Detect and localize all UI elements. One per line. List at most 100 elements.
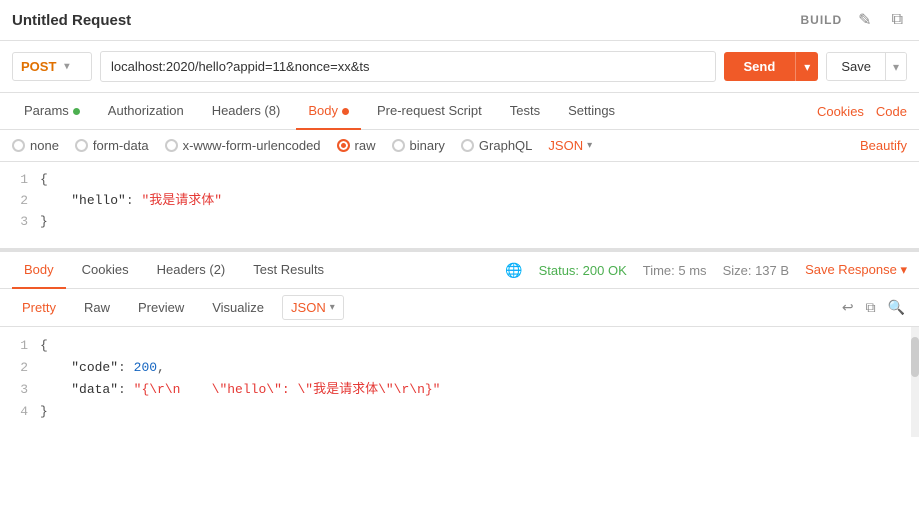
inner-tab-preview-label: Preview <box>138 300 184 315</box>
save-btn-group: Save ▾ <box>826 52 907 81</box>
inner-tab-pretty[interactable]: Pretty <box>12 295 66 320</box>
radio-binary[interactable]: binary <box>392 138 445 153</box>
tab-authorization[interactable]: Authorization <box>96 93 196 130</box>
header-actions: BUILD ✎ ⧉ <box>800 8 907 32</box>
radio-none-circle <box>12 139 25 152</box>
wrap-lines-button[interactable]: ↩ <box>840 297 856 318</box>
radio-urlencoded-label: x-www-form-urlencoded <box>183 138 321 153</box>
tab-body-label: Body <box>308 103 338 118</box>
globe-icon: 🌐 <box>505 262 522 279</box>
tab-params-label: Params <box>24 103 69 118</box>
req-linenum-1: 1 <box>0 170 40 191</box>
radio-urlencoded-circle <box>165 139 178 152</box>
radio-raw[interactable]: raw <box>337 138 376 153</box>
req-linenum-3: 3 <box>0 212 40 233</box>
tab-params[interactable]: Params <box>12 93 92 130</box>
tabs-right-links: Cookies Code <box>817 104 907 119</box>
response-format-label: JSON <box>291 300 326 315</box>
method-chevron-icon: ▾ <box>64 61 69 72</box>
edit-button[interactable]: ✎ <box>854 8 875 32</box>
copy-response-button[interactable]: ⧉ <box>864 297 878 318</box>
save-button[interactable]: Save <box>827 53 885 80</box>
radio-graphql-circle <box>461 139 474 152</box>
save-response-chevron-icon: ▾ <box>900 262 907 277</box>
inner-tab-visualize[interactable]: Visualize <box>202 295 274 320</box>
radio-form-data[interactable]: form-data <box>75 138 149 153</box>
inner-tab-pretty-label: Pretty <box>22 300 56 315</box>
save-dropdown-button[interactable]: ▾ <box>885 53 906 80</box>
response-inner-icons: ↩ ⧉ 🔍 <box>840 297 907 318</box>
response-format-select[interactable]: JSON ▾ <box>282 295 344 320</box>
radio-raw-circle <box>337 139 350 152</box>
cookies-link[interactable]: Cookies <box>817 104 864 119</box>
send-dropdown-button[interactable]: ▾ <box>795 52 818 81</box>
method-select[interactable]: POST ▾ <box>12 52 92 81</box>
rtab-test-results-label: Test Results <box>253 262 324 277</box>
tab-prerequest-label: Pre-request Script <box>377 103 482 118</box>
copy-button[interactable]: ⧉ <box>888 9 907 31</box>
format-select[interactable]: JSON ▾ <box>548 138 592 153</box>
url-input[interactable] <box>100 51 716 82</box>
radio-binary-circle <box>392 139 405 152</box>
build-label: BUILD <box>800 13 842 27</box>
rtab-body[interactable]: Body <box>12 252 66 289</box>
code-link[interactable]: Code <box>876 104 907 119</box>
page-title: Untitled Request <box>12 12 131 29</box>
resp-line-4: 4 } <box>0 401 919 423</box>
response-body-viewer[interactable]: 1 { 2 "code": 200, 3 "data": "{\r\n \"he… <box>0 327 919 437</box>
resp-content-1: { <box>40 335 48 357</box>
send-btn-group: Send ▾ <box>724 52 819 81</box>
time-text: Time: 5 ms <box>643 263 707 278</box>
radio-urlencoded[interactable]: x-www-form-urlencoded <box>165 138 321 153</box>
inner-tab-preview[interactable]: Preview <box>128 295 194 320</box>
radio-form-data-label: form-data <box>93 138 149 153</box>
tab-tests-label: Tests <box>510 103 540 118</box>
save-response-button[interactable]: Save Response ▾ <box>805 262 907 278</box>
req-content-1: { <box>40 170 48 191</box>
radio-raw-label: raw <box>355 138 376 153</box>
resp-content-3: "data": "{\r\n \"hello\": \"我是请求体\"\r\n}… <box>40 379 440 401</box>
resp-line-2: 2 "code": 200, <box>0 357 919 379</box>
beautify-button[interactable]: Beautify <box>860 138 907 153</box>
app-header: Untitled Request BUILD ✎ ⧉ <box>0 0 919 41</box>
format-chevron-icon: ▾ <box>587 140 592 151</box>
response-tabs: Body Cookies Headers (2) Test Results 🌐 … <box>0 252 919 289</box>
params-dot <box>73 108 80 115</box>
rtab-cookies[interactable]: Cookies <box>70 252 141 289</box>
radio-graphql[interactable]: GraphQL <box>461 138 532 153</box>
inner-tab-raw[interactable]: Raw <box>74 295 120 320</box>
req-linenum-2: 2 <box>0 191 40 212</box>
resp-line-1: 1 { <box>0 335 919 357</box>
tab-settings-label: Settings <box>568 103 615 118</box>
resp-line-3: 3 "data": "{\r\n \"hello\": \"我是请求体\"\r\… <box>0 379 919 401</box>
req-line-1: 1 { <box>0 170 919 191</box>
radio-binary-label: binary <box>410 138 445 153</box>
resp-linenum-1: 1 <box>0 335 40 357</box>
req-line-2: 2 "hello": "我是请求体" <box>0 191 919 212</box>
search-response-button[interactable]: 🔍 <box>886 297 907 318</box>
resp-linenum-4: 4 <box>0 401 40 423</box>
rtab-headers[interactable]: Headers (2) <box>145 252 238 289</box>
response-scrollbar-thumb <box>911 337 919 377</box>
rtab-test-results[interactable]: Test Results <box>241 252 336 289</box>
tab-headers[interactable]: Headers (8) <box>200 93 293 130</box>
radio-form-data-circle <box>75 139 88 152</box>
tab-settings[interactable]: Settings <box>556 93 627 130</box>
tab-prerequest[interactable]: Pre-request Script <box>365 93 494 130</box>
req-content-2: "hello": "我是请求体" <box>40 191 222 212</box>
response-scrollbar[interactable] <box>911 327 919 437</box>
request-tabs: Params Authorization Headers (8) Body Pr… <box>0 93 919 130</box>
resp-content-4: } <box>40 401 48 423</box>
tab-tests[interactable]: Tests <box>498 93 552 130</box>
body-type-bar: none form-data x-www-form-urlencoded raw… <box>0 130 919 162</box>
resp-content-2: "code": 200, <box>40 357 165 379</box>
rtab-headers-label: Headers (2) <box>157 262 226 277</box>
body-dot <box>342 108 349 115</box>
send-button[interactable]: Send <box>724 52 796 81</box>
request-body-editor[interactable]: 1 { 2 "hello": "我是请求体" 3 } <box>0 162 919 252</box>
inner-tab-visualize-label: Visualize <box>212 300 264 315</box>
response-status-bar: 🌐 Status: 200 OK Time: 5 ms Size: 137 B … <box>505 262 907 279</box>
tab-body[interactable]: Body <box>296 93 361 130</box>
radio-none[interactable]: none <box>12 138 59 153</box>
response-format-chevron-icon: ▾ <box>330 302 335 313</box>
